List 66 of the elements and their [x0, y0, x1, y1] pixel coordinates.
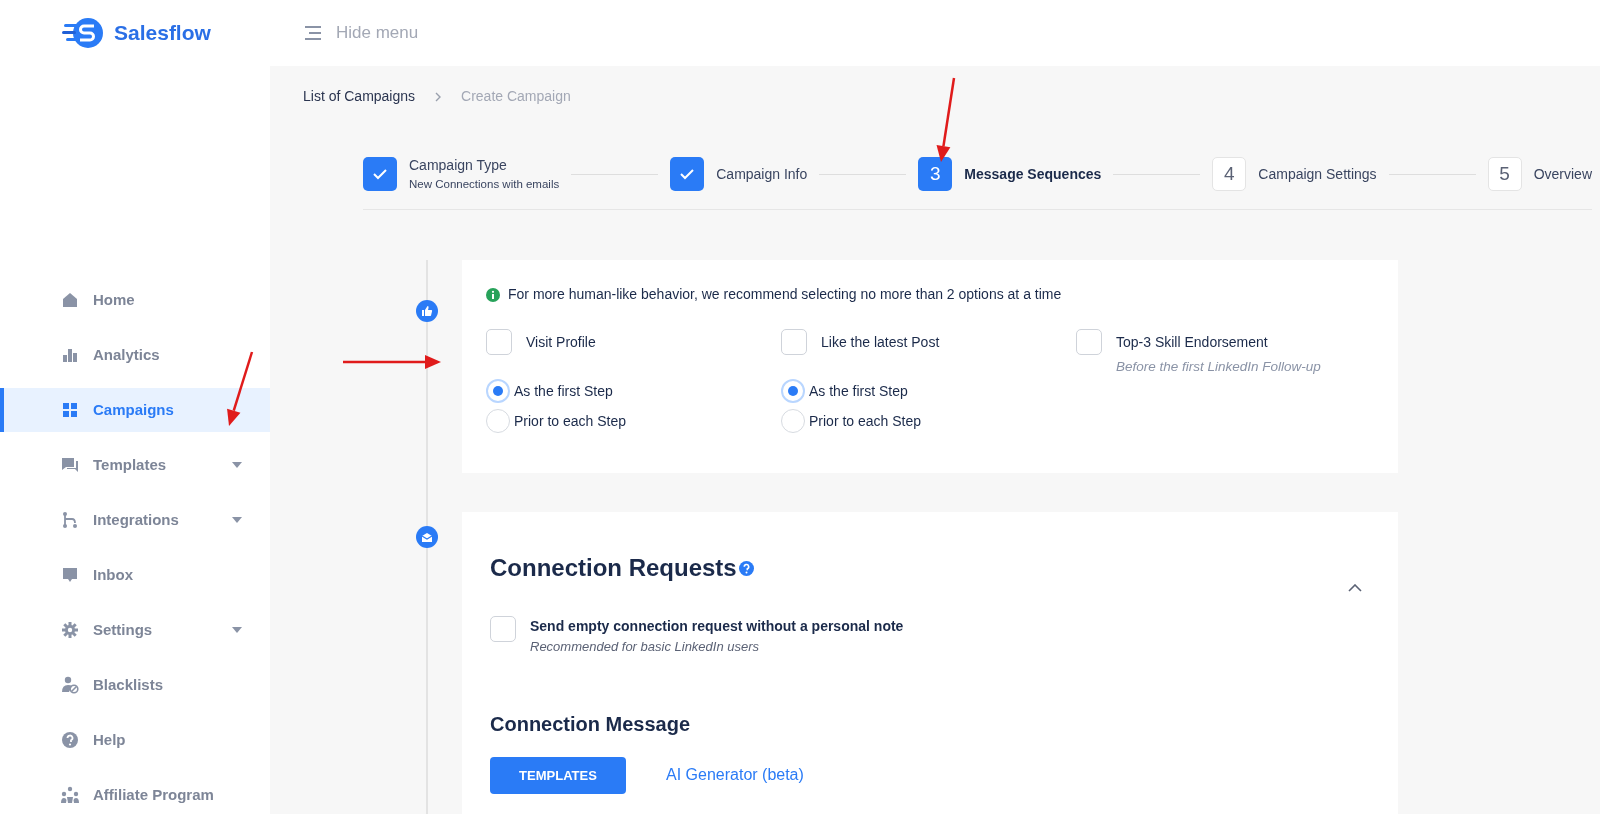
radio-button[interactable] — [486, 379, 510, 404]
checkbox[interactable] — [490, 616, 516, 643]
speech-bubble-icon — [61, 566, 79, 584]
option-label: Top-3 Skill Endorsement — [1116, 332, 1268, 352]
chevron-up-icon[interactable] — [1348, 584, 1362, 593]
option-label: Visit Profile — [526, 332, 596, 352]
sidebar-item[interactable]: Help — [0, 718, 270, 762]
sidebar-item[interactable]: Campaigns — [0, 388, 270, 432]
help-icon — [61, 731, 79, 749]
sidebar-item[interactable]: Inbox — [0, 553, 270, 597]
ai-generator-link[interactable]: AI Generator (beta) — [666, 763, 804, 788]
home-icon — [61, 291, 79, 309]
step-subtitle: New Connections with emails — [409, 177, 560, 192]
sidebar-item[interactable]: Settings — [0, 608, 270, 652]
section-title: Connection Requests — [490, 553, 737, 584]
flow-icon — [61, 511, 79, 529]
checkbox[interactable] — [781, 329, 807, 356]
radio-label: Prior to each Step — [809, 411, 922, 431]
sidebar-item[interactable]: Integrations — [0, 498, 270, 542]
menu-icon — [304, 25, 322, 41]
logo-icon — [62, 16, 106, 50]
step-title: Campaign Settings — [1258, 164, 1377, 184]
radio-button[interactable] — [781, 409, 805, 434]
step-marker: 4 — [1212, 157, 1247, 192]
step-marker: 5 — [1487, 157, 1522, 192]
thumbs-up-icon — [416, 300, 438, 323]
hide-menu-button[interactable]: Hide menu — [336, 20, 419, 46]
grid-icon — [61, 401, 79, 419]
checkbox-label: Send empty connection request without a personal note — [530, 617, 904, 637]
check-icon — [372, 168, 388, 181]
gear-icon — [61, 621, 79, 639]
breadcrumb-link[interactable]: List of Campaigns — [303, 86, 416, 107]
radio-label: As the first Step — [809, 381, 908, 401]
brand-name: Salesflow — [114, 20, 211, 47]
check-icon — [679, 168, 696, 181]
step-title: Message Sequences — [964, 164, 1102, 184]
option-label: Like the latest Post — [821, 332, 940, 352]
radio-button[interactable] — [781, 379, 805, 404]
step-title: Campaign Type — [409, 156, 508, 175]
radio-label: As the first Step — [514, 381, 613, 401]
sidebar-item[interactable]: Affiliate Program — [0, 773, 270, 814]
notice-text: For more human-like behavior, we recommend selecting no more than 2 options at a time — [508, 285, 1062, 305]
step-title: Overview — [1533, 164, 1592, 184]
radio-button[interactable] — [486, 409, 510, 434]
checkbox[interactable] — [1076, 329, 1102, 356]
radio-label: Prior to each Step — [514, 411, 627, 431]
people-icon — [61, 786, 79, 804]
breadcrumb-current: Create Campaign — [461, 87, 571, 106]
sidebar-item[interactable]: Blacklists — [0, 663, 270, 707]
user-block-icon — [61, 676, 79, 694]
checkbox[interactable] — [486, 329, 512, 356]
option-hint: Before the first LinkedIn Follow-up — [1116, 358, 1322, 377]
templates-button[interactable]: TEMPLATES — [490, 756, 626, 794]
section-title: Connection Message — [490, 711, 692, 737]
bar-chart-icon — [61, 346, 79, 364]
step-title: Campaign Info — [716, 164, 808, 184]
chat-icon — [61, 456, 79, 474]
chevron-right-icon — [435, 91, 442, 102]
checkbox-hint: Recommended for basic LinkedIn users — [530, 638, 761, 657]
envelope-icon — [416, 526, 438, 549]
sidebar-item[interactable]: Home — [0, 278, 270, 322]
sidebar-item[interactable]: Templates — [0, 443, 270, 487]
info-icon — [486, 287, 500, 302]
step-marker: 3 — [918, 157, 953, 192]
help-icon — [738, 560, 754, 576]
sidebar-item[interactable]: Analytics — [0, 333, 270, 377]
